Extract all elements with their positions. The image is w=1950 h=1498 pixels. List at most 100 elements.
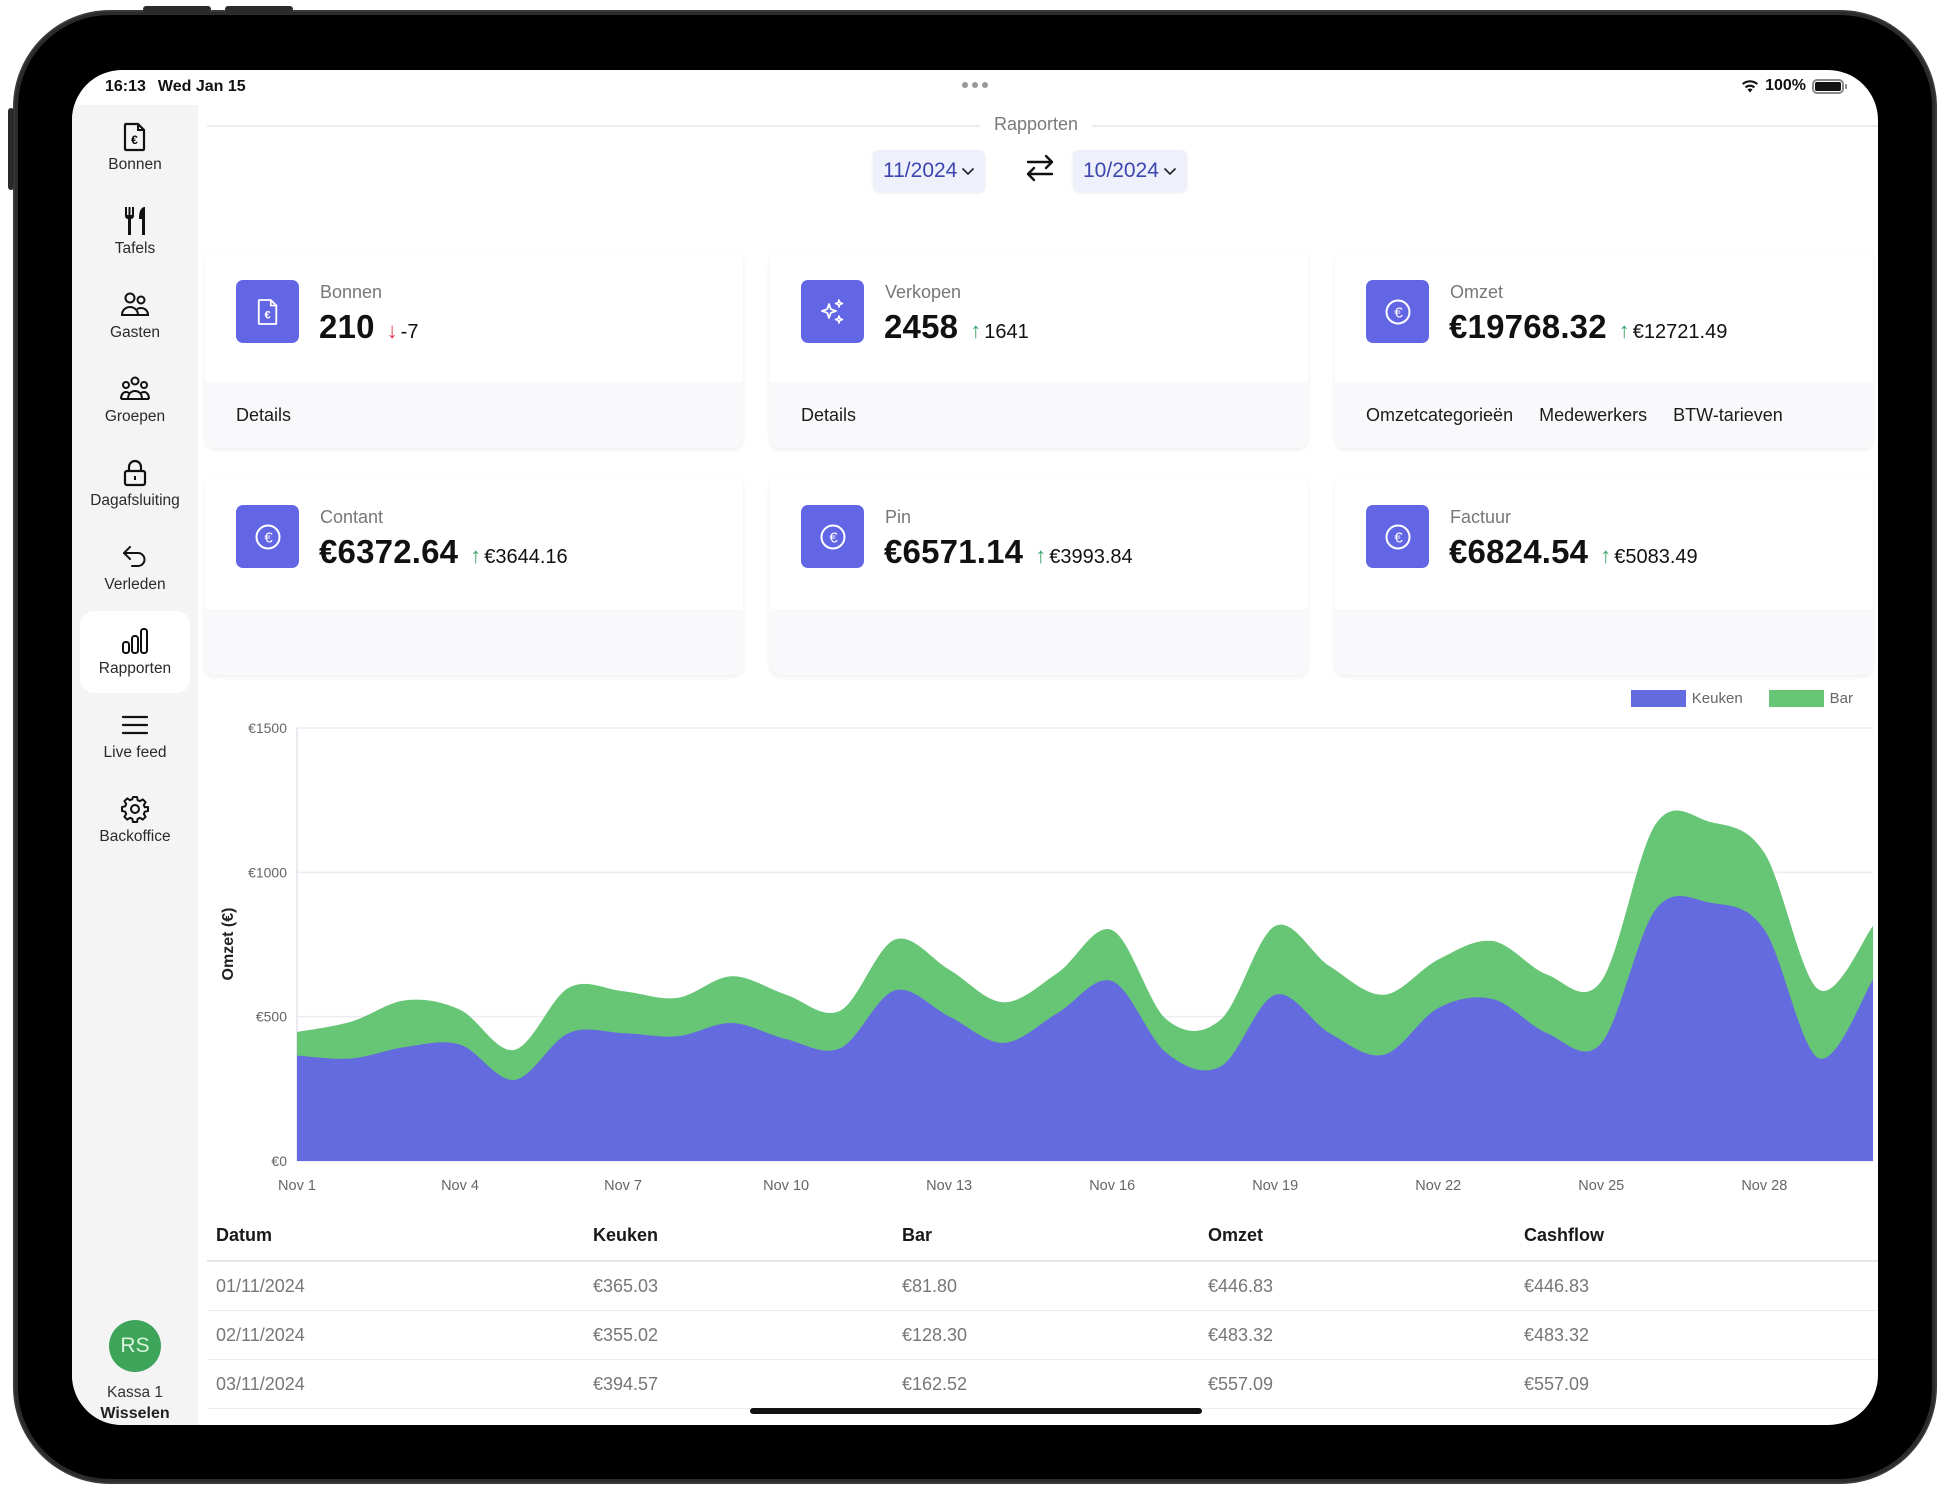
stat-card-bonnen: € Bonnen 210 ↓ -7 Details (205, 250, 743, 448)
page-title: Rapporten (980, 114, 1093, 135)
stat-value-row: 210 ↓ -7 (319, 308, 418, 346)
stat-delta-value: €5083.49 (1614, 546, 1698, 568)
user-switcher[interactable]: RS Kassa 1 Wisselen (72, 1320, 198, 1423)
swap-arrows-icon[interactable] (1022, 152, 1058, 184)
battery-icon (1812, 78, 1847, 94)
battery-percentage: 100% (1765, 77, 1806, 94)
stat-value-row: €6571.14 ↑ €3993.84 (884, 533, 1133, 571)
arrow-up-icon: ↑ (970, 318, 982, 343)
sidebar-item-live-feed[interactable]: Live feed (80, 695, 190, 777)
cell-omzet: €557.09 (1208, 1373, 1274, 1394)
cell-keuken: €355.02 (593, 1324, 659, 1345)
revenue-chart: Keuken Bar Omzet (€) €0 €500 €1000 €1500 Nov… (207, 690, 1878, 1270)
column-header-keuken[interactable]: Keuken (593, 1225, 902, 1246)
multitasking-dots[interactable] (962, 82, 988, 88)
receipt-euro-icon: € (236, 280, 299, 343)
stat-value: 210 (319, 308, 375, 345)
sidebar-item-verleden[interactable]: Verleden (80, 527, 190, 609)
wifi-icon (1742, 80, 1759, 93)
euro-circle-icon: € (1366, 505, 1429, 568)
card-link-medewerkers[interactable]: Medewerkers (1539, 405, 1647, 426)
stat-card-factuur: € Factuur €6824.54 ↑ €5083.49 (1335, 475, 1873, 675)
stat-card-contant: € Contant €6372.64 ↑ €3644.16 (205, 475, 743, 675)
card-link-details[interactable]: Details (236, 405, 291, 426)
revenue-table: Datum Keuken Bar Omzet Cashflow 01/11/20… (207, 1210, 1878, 1409)
sidebar-item-backoffice[interactable]: Backoffice (80, 779, 190, 861)
x-tick-label: Nov 28 (1741, 1178, 1787, 1194)
sidebar-item-tafels[interactable]: Tafels (80, 191, 190, 273)
cell-datum: 02/11/2024 (216, 1324, 305, 1345)
column-header-bar[interactable]: Bar (902, 1225, 1208, 1246)
sidebar-item-label: Live feed (103, 744, 167, 761)
table-row[interactable]: 03/11/2024 €394.57 €162.52 €557.09 €557.… (207, 1360, 1878, 1409)
sidebar-item-label: Gasten (110, 324, 160, 341)
stat-delta-value: 1641 (984, 321, 1029, 343)
stat-delta: ↑ 1641 (970, 318, 1029, 344)
home-indicator[interactable] (750, 1408, 1202, 1414)
stat-value-row: €6372.64 ↑ €3644.16 (319, 533, 568, 571)
stat-value: €6571.14 (884, 533, 1024, 570)
undo-arrow-icon (120, 542, 150, 572)
stat-card-footer (1335, 609, 1873, 675)
x-tick-label: Nov 1 (278, 1178, 316, 1194)
column-header-datum[interactable]: Datum (207, 1225, 593, 1246)
stat-value: €19768.32 (1449, 308, 1607, 345)
sidebar-item-gasten[interactable]: Gasten (80, 275, 190, 357)
cell-bar: €81.80 (902, 1275, 958, 1296)
hardware-button-top-2 (225, 6, 293, 12)
bar-chart-icon (120, 626, 150, 656)
stat-label: Omzet (1450, 282, 1504, 302)
stat-label: Factuur (1450, 507, 1512, 527)
sidebar-item-groepen[interactable]: Groepen (80, 359, 190, 441)
avatar[interactable]: RS (109, 1320, 161, 1372)
sidebar: € Bonnen Tafels Gasten Groepen Dagafslui… (72, 105, 198, 1425)
x-tick-label: Nov 25 (1578, 1178, 1624, 1194)
sidebar-item-dagafsluiting[interactable]: Dagafsluiting (80, 443, 190, 525)
switch-user-button[interactable]: Wisselen (100, 1405, 169, 1423)
stat-value: €6372.64 (319, 533, 459, 570)
x-tick-label: Nov 16 (1089, 1178, 1135, 1194)
stat-delta: ↑ €3644.16 (470, 543, 567, 569)
stat-delta-value: €3993.84 (1049, 546, 1133, 568)
stat-value: 2458 (884, 308, 959, 345)
sidebar-item-label: Dagafsluiting (90, 492, 180, 509)
column-header-omzet[interactable]: Omzet (1208, 1225, 1524, 1246)
period-primary-select[interactable]: 11/2024 (873, 150, 986, 192)
table-row[interactable]: 02/11/2024 €355.02 €128.30 €483.32 €483.… (207, 1311, 1878, 1360)
table-row[interactable]: 01/11/2024 €365.03 €81.80 €446.83 €446.8… (207, 1262, 1878, 1311)
card-link-details[interactable]: Details (801, 405, 856, 426)
card-link-omzetcategorie-n[interactable]: Omzetcategorieën (1366, 405, 1513, 426)
stat-value: €6824.54 (1449, 533, 1589, 570)
stat-card-footer: Details (205, 382, 743, 448)
sidebar-item-label: Tafels (114, 240, 156, 257)
stat-label: Pin (885, 507, 912, 527)
period-compare-value: 10/2024 (1083, 159, 1159, 182)
svg-text:€: € (131, 133, 138, 147)
users-icon (120, 290, 150, 320)
cell-bar: €128.30 (902, 1324, 968, 1345)
status-date: Wed Jan 15 (157, 78, 246, 95)
svg-text:€: € (1394, 529, 1403, 546)
sparkles-icon (801, 280, 864, 343)
period-primary-value: 11/2024 (883, 159, 958, 182)
sidebar-item-label: Bonnen (108, 156, 162, 173)
sidebar-item-rapporten[interactable]: Rapporten (80, 611, 190, 693)
card-link-btw-tarieven[interactable]: BTW-tarieven (1673, 405, 1783, 426)
menu-lines-icon (120, 710, 150, 740)
stat-delta-value: €3644.16 (484, 546, 568, 568)
sidebar-item-bonnen[interactable]: € Bonnen (80, 107, 190, 189)
sidebar-item-label: Groepen (104, 408, 166, 425)
stat-value-row: 2458 ↑ 1641 (884, 308, 1029, 346)
register-name: Kassa 1 (106, 1384, 163, 1401)
stat-delta: ↑ €3993.84 (1035, 543, 1132, 569)
cell-omzet: €483.32 (1208, 1324, 1274, 1345)
stat-card-verkopen: Verkopen 2458 ↑ 1641 Details (770, 250, 1308, 448)
cell-cashflow: €446.83 (1524, 1275, 1590, 1296)
stat-card-footer: Omzetcategorieën Medewerkers BTW-tarieven (1335, 382, 1873, 448)
period-compare-select[interactable]: 10/2024 (1073, 150, 1187, 192)
stat-card-footer: Details (770, 382, 1308, 448)
cell-bar: €162.52 (902, 1373, 968, 1394)
sidebar-item-label: Backoffice (99, 828, 171, 845)
svg-text:€: € (1394, 304, 1403, 321)
column-header-cashflow[interactable]: Cashflow (1524, 1225, 1878, 1246)
